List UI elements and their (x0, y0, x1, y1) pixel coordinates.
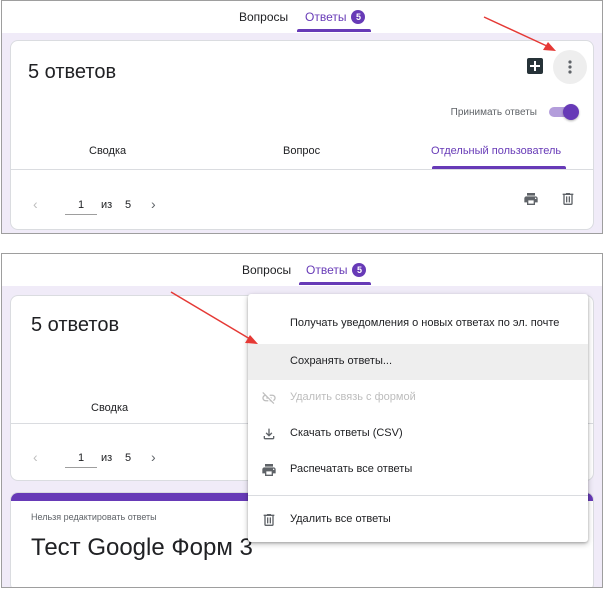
delete-icon[interactable] (560, 191, 576, 207)
subtab-individual[interactable]: Отдельный пользователь (431, 145, 561, 157)
top-tabs: Вопросы Ответы 5 (2, 254, 602, 286)
active-tab-indicator (299, 282, 371, 285)
page-of-label: из (101, 452, 113, 464)
accept-responses-label: Принимать ответы (450, 107, 537, 118)
page-total: 5 (125, 452, 132, 464)
responses-panel-menu-open: Вопросы Ответы 5 5 ответов Сводка ‹ 1 из … (1, 253, 603, 588)
more-vert-icon (568, 60, 572, 74)
delete-icon (263, 514, 275, 526)
print-icon[interactable] (523, 191, 539, 207)
responses-summary-card: 5 ответов Принимать ответы Сводка Вопрос… (10, 40, 594, 230)
menu-item-download-csv[interactable]: Скачать ответы (CSV) (248, 416, 588, 452)
menu-item-print-all[interactable]: Распечатать все ответы (248, 452, 588, 488)
pager: ‹ 1 из 5 › (11, 177, 593, 229)
tab-responses-label: Ответы (306, 263, 348, 277)
responses-count-badge: 5 (351, 10, 366, 24)
menu-item-save-responses[interactable]: Сохранять ответы... (248, 344, 588, 380)
link-off-icon (262, 392, 276, 404)
tab-questions[interactable]: Вопросы (239, 10, 288, 24)
prev-page-button[interactable]: ‹ (33, 196, 38, 212)
top-tabs: Вопросы Ответы 5 (2, 1, 602, 33)
toggle-knob (563, 104, 579, 120)
no-edit-note: Нельзя редактировать ответы (31, 512, 157, 522)
responses-panel-before: Вопросы Ответы 5 5 ответов Принимать отве… (1, 0, 603, 234)
subtab-summary[interactable]: Сводка (89, 145, 126, 157)
subtab-question[interactable]: Вопрос (283, 145, 320, 157)
more-options-menu: Получать уведомления о новых ответах по … (248, 294, 588, 542)
page-number-input[interactable]: 1 (65, 199, 97, 215)
menu-item-unlink-form: Удалить связь с формой (248, 380, 588, 416)
tab-responses-label: Ответы (305, 10, 347, 24)
menu-item-label: Сохранять ответы... (290, 355, 393, 367)
next-page-button[interactable]: › (151, 449, 156, 465)
page-number-input[interactable]: 1 (65, 452, 97, 468)
page-total: 5 (125, 199, 132, 211)
tab-responses[interactable]: Ответы 5 (306, 263, 367, 277)
download-icon (263, 428, 275, 440)
menu-item-label: Получать уведомления о новых ответах по … (290, 317, 560, 329)
next-page-button[interactable]: › (151, 196, 156, 212)
form-title: Тест Google Форм 3 (31, 534, 253, 561)
accept-responses-toggle[interactable] (549, 104, 579, 120)
tab-questions[interactable]: Вопросы (242, 263, 291, 277)
add-to-sheets-icon[interactable] (527, 58, 543, 74)
tab-responses[interactable]: Ответы 5 (305, 10, 366, 24)
active-tab-indicator (297, 29, 371, 32)
card-divider (11, 169, 593, 170)
more-options-button[interactable] (553, 50, 587, 84)
menu-item-label: Распечатать все ответы (290, 463, 413, 475)
print-icon (262, 464, 276, 476)
menu-item-delete-all[interactable]: Удалить все ответы (248, 502, 588, 538)
responses-count-badge: 5 (352, 263, 367, 277)
menu-item-label: Удалить все ответы (290, 513, 391, 525)
menu-divider (248, 495, 588, 496)
menu-item-email-notifications[interactable]: Получать уведомления о новых ответах по … (248, 306, 588, 342)
menu-item-label: Скачать ответы (CSV) (290, 427, 403, 439)
responses-count-title: 5 ответов (31, 314, 120, 336)
subtab-summary[interactable]: Сводка (91, 402, 128, 414)
prev-page-button[interactable]: ‹ (33, 449, 38, 465)
page-of-label: из (101, 199, 113, 211)
menu-item-label: Удалить связь с формой (290, 391, 416, 403)
responses-count-title: 5 ответов (28, 61, 117, 83)
